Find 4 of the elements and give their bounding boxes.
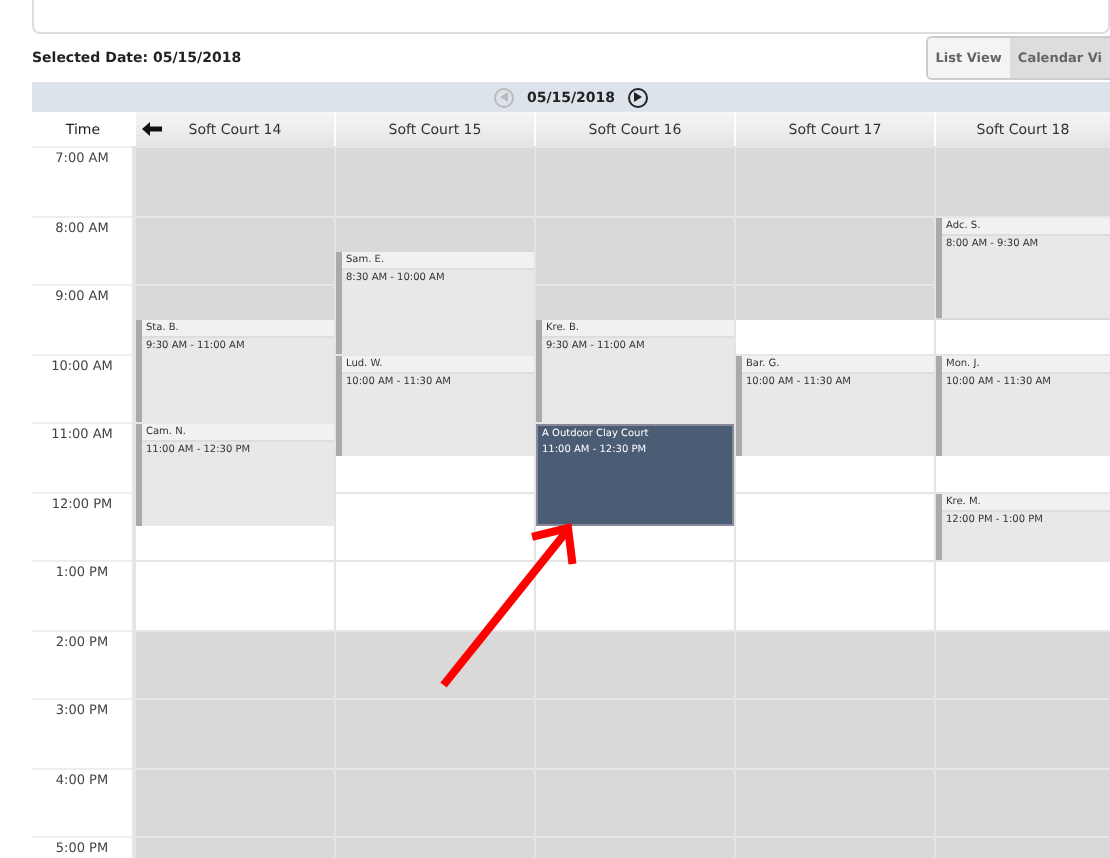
right-triangle-icon [633,92,642,102]
next-day-button[interactable] [627,87,648,107]
left-arrow-icon[interactable] [142,122,162,136]
left-triangle-icon [500,92,509,102]
